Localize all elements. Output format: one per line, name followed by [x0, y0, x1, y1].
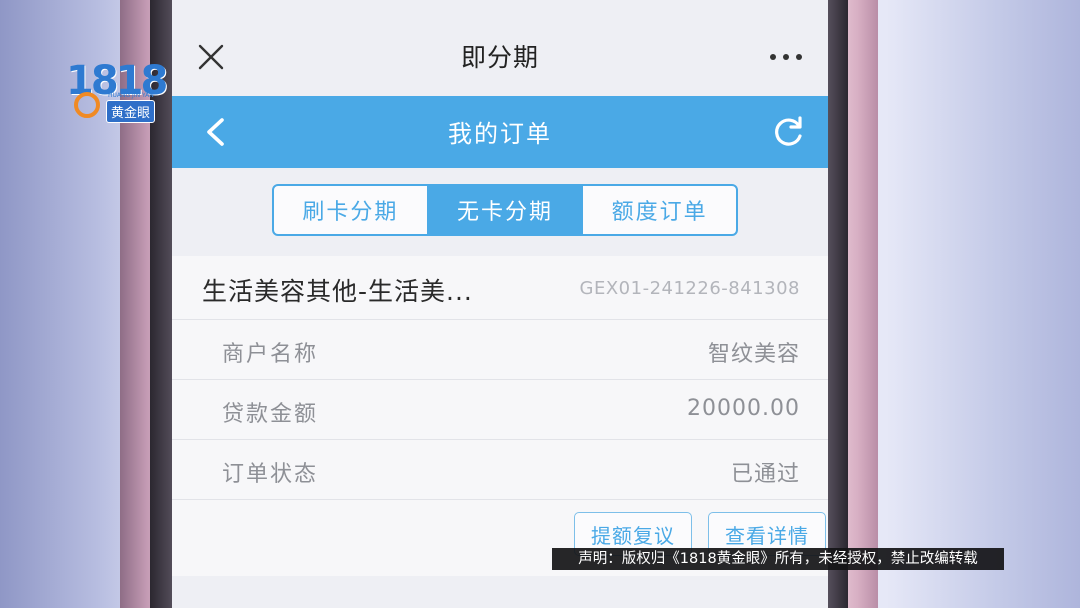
row-value: 20000.00	[687, 396, 800, 421]
logo-ring-icon	[74, 92, 100, 118]
status-value: 已通过	[730, 462, 800, 487]
logo-name: 黄金眼	[106, 100, 156, 123]
logo-pinyin: HUANG JIN YAN	[108, 92, 154, 99]
nav-bar: 我的订单	[172, 96, 828, 168]
copyright-disclaimer: 声明：版权归《1818黄金眼》所有，未经授权，禁止改编转载	[552, 548, 1004, 570]
order-row-status: 订单状态 已通过	[172, 440, 828, 500]
row-label: 贷款金额	[222, 402, 319, 427]
channel-logo: 1818 HUANG JIN YAN 黄金眼	[66, 58, 168, 124]
tab-card-installment[interactable]: 刷卡分期	[274, 186, 427, 234]
row-label: 订单状态	[222, 462, 319, 487]
order-name: 生活美容其他-生活美...	[202, 277, 473, 306]
phone-screen: 即分期 我的订单 刷卡分期 无卡分期 额度订单 生活美容其他-生活美... GE…	[172, 0, 828, 608]
refresh-icon[interactable]	[770, 114, 806, 150]
tab-cardless-installment[interactable]: 无卡分期	[426, 186, 582, 234]
order-row-merchant: 商户名称 智纹美容	[172, 320, 828, 380]
order-row-loan-amount: 贷款金额 20000.00	[172, 380, 828, 440]
tab-credit-order[interactable]: 额度订单	[581, 186, 736, 234]
page-title: 我的订单	[448, 120, 552, 148]
order-type-tabs: 刷卡分期 无卡分期 额度订单	[272, 184, 738, 236]
order-header: 生活美容其他-生活美... GEX01-241226-841308	[172, 256, 828, 320]
order-card: 生活美容其他-生活美... GEX01-241226-841308 商户名称 智…	[172, 256, 828, 576]
app-title: 即分期	[460, 43, 539, 72]
more-icon[interactable]	[768, 52, 804, 62]
order-number: GEX01-241226-841308	[579, 278, 800, 299]
app-header: 即分期	[172, 0, 828, 96]
row-value: 智纹美容	[707, 342, 800, 367]
phone-bezel-right	[826, 0, 848, 608]
row-label: 商户名称	[222, 342, 319, 367]
